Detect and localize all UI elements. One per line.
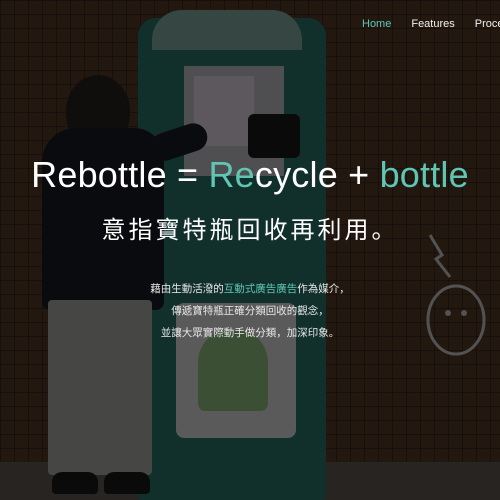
top-nav: Home Features Proce bbox=[362, 18, 500, 30]
dark-overlay bbox=[0, 0, 500, 500]
description-line-1-after: 作為媒介， bbox=[297, 283, 350, 295]
nav-link-home[interactable]: Home bbox=[362, 18, 391, 30]
hero-title-bottle: bottle bbox=[379, 154, 469, 195]
description-line-1-before: 藉由生動活潑的 bbox=[150, 283, 224, 295]
hero-title-re: Re bbox=[208, 154, 255, 195]
description-line-2: 傳遞寶特瓶正確分類回收的觀念， bbox=[171, 305, 329, 317]
nav-link-features[interactable]: Features bbox=[411, 18, 454, 30]
hero-title: Rebottle = Recycle + bottle bbox=[0, 154, 500, 196]
hero-title-cycle: cycle + bbox=[254, 154, 380, 195]
hero-title-prefix: Rebottle = bbox=[31, 154, 209, 195]
hero-description: 藉由生動活潑的互動式廣告廣告作為媒介， 傳遞寶特瓶正確分類回收的觀念， 並讓大眾… bbox=[0, 278, 500, 344]
description-line-1: 藉由生動活潑的互動式廣告廣告作為媒介， bbox=[0, 278, 500, 300]
nav-link-process[interactable]: Proce bbox=[475, 18, 500, 30]
description-highlight: 互動式廣告廣告 bbox=[223, 283, 298, 295]
description-line-3: 並讓大眾實際動手做分類，加深印象。 bbox=[160, 327, 340, 339]
hero-subtitle: 意指寶特瓶回收再利用。 bbox=[101, 217, 399, 244]
